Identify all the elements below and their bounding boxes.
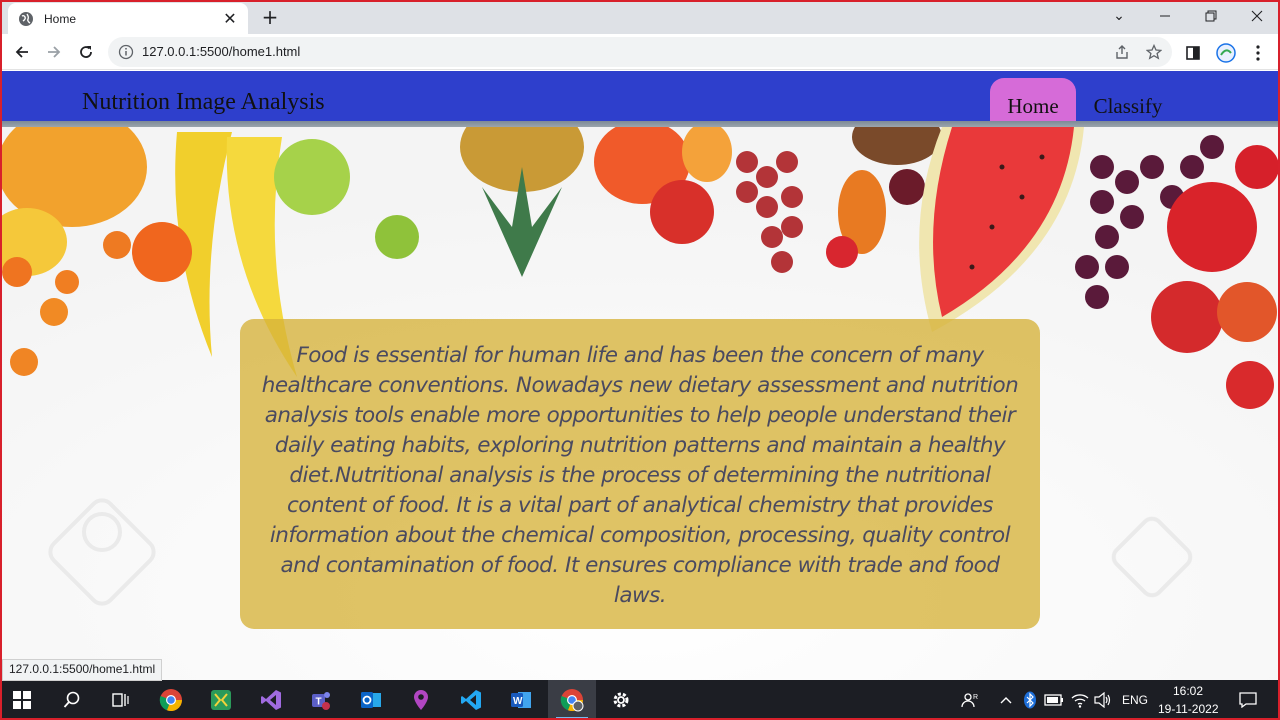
svg-text:R: R — [973, 694, 978, 701]
battery-icon[interactable] — [1040, 686, 1068, 714]
reload-button[interactable] — [74, 40, 98, 64]
share-icon[interactable] — [1114, 44, 1130, 60]
url-text: 127.0.0.1:5500/home1.html — [142, 44, 301, 59]
description-card: Food is essential for human life and has… — [240, 319, 1040, 629]
link-status-bar: 127.0.0.1:5500/home1.html — [2, 659, 163, 681]
new-tab-button[interactable]: + — [258, 6, 282, 28]
forward-button[interactable] — [42, 40, 66, 64]
nav-home-link[interactable]: Home — [990, 78, 1076, 121]
notification-icon[interactable] — [1234, 686, 1262, 714]
site-brand: Nutrition Image Analysis — [82, 89, 325, 115]
reload-icon — [80, 46, 92, 58]
forward-arrow-icon — [48, 46, 61, 58]
back-arrow-icon — [15, 46, 28, 58]
language-indicator[interactable]: ENG — [1122, 693, 1148, 707]
teams-icon[interactable]: T — [307, 686, 335, 714]
restore-button[interactable] — [1188, 0, 1234, 32]
browser-tab-strip: Home ✕ + ⌄ — [0, 0, 1280, 34]
description-text: Food is essential for human life and has… — [261, 343, 1019, 608]
address-bar[interactable]: 127.0.0.1:5500/home1.html — [108, 37, 1172, 67]
outlook-icon[interactable] — [357, 686, 385, 714]
clock-time[interactable]: 16:02 — [1173, 684, 1203, 698]
close-tab-icon[interactable]: ✕ — [222, 9, 238, 28]
visual-studio-icon[interactable] — [257, 686, 285, 714]
search-icon[interactable] — [58, 686, 86, 714]
web-page: Nutrition Image Analysis Home Classify F… — [2, 71, 1278, 680]
tab-search-icon[interactable]: ⌄ — [1096, 0, 1142, 32]
chrome-icon[interactable] — [157, 686, 185, 714]
globe-icon — [18, 11, 34, 27]
close-window-button[interactable] — [1234, 0, 1280, 32]
bookmark-star-icon[interactable] — [1145, 43, 1163, 60]
profile-avatar-icon[interactable] — [1216, 43, 1236, 63]
excel-app-icon[interactable] — [207, 686, 235, 714]
browser-toolbar: 127.0.0.1:5500/home1.html — [0, 34, 1280, 70]
people-icon[interactable]: R — [956, 686, 984, 714]
menu-kebab-icon[interactable] — [1248, 43, 1268, 63]
task-view-icon[interactable] — [106, 686, 134, 714]
side-panel-icon[interactable] — [1183, 43, 1203, 63]
browser-tab[interactable]: Home ✕ — [8, 3, 248, 34]
windows-taskbar: T W R ENG 16:02 19-11-2022 — [0, 680, 1280, 720]
windows-start-icon[interactable] — [8, 686, 36, 714]
settings-gear-icon[interactable] — [607, 686, 635, 714]
site-info-icon[interactable] — [118, 44, 134, 60]
volume-icon[interactable] — [1089, 686, 1117, 714]
chrome-active-icon[interactable] — [558, 686, 586, 714]
back-button[interactable] — [10, 40, 34, 64]
maps-pin-icon[interactable] — [407, 686, 435, 714]
svg-text:T: T — [316, 697, 322, 708]
fruit-background-image: Food is essential for human life and has… — [2, 102, 1278, 680]
minimize-button[interactable] — [1142, 0, 1188, 32]
site-header: Nutrition Image Analysis Home Classify — [2, 71, 1278, 121]
clock-date[interactable]: 19-11-2022 — [1158, 702, 1219, 716]
vscode-icon[interactable] — [457, 686, 485, 714]
svg-text:W: W — [513, 696, 523, 707]
tab-title: Home — [44, 11, 77, 26]
nav-classify-link[interactable]: Classify — [1088, 78, 1168, 121]
word-icon[interactable]: W — [507, 686, 535, 714]
